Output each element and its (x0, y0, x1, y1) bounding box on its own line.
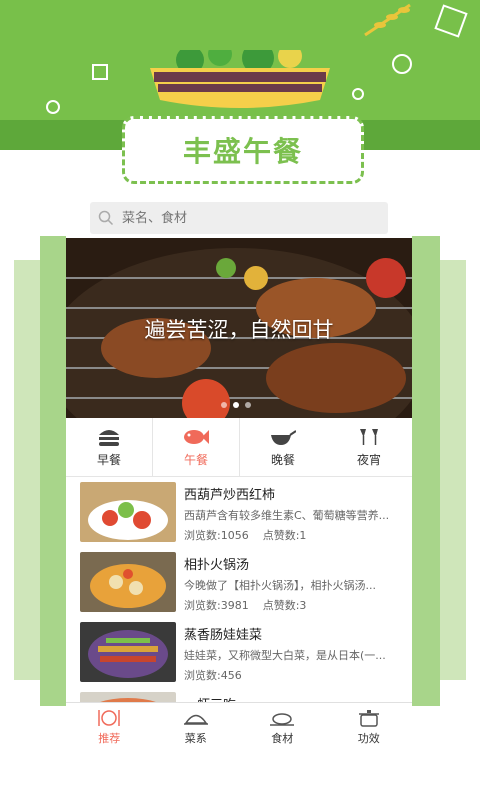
wine-glasses-icon (360, 428, 378, 445)
pot-icon (358, 710, 379, 727)
banner-carousel[interactable]: 遍尝苦涩，自然回甘 (66, 238, 412, 418)
decor-circle (46, 100, 60, 114)
views-count: 浏览数:456 (184, 669, 242, 682)
tab-breakfast[interactable]: 早餐 (66, 418, 152, 476)
content-panel: 遍尝苦涩，自然回甘 早餐 午餐 晚餐 (66, 196, 412, 748)
list-item[interactable]: 西葫芦炒西红柿 西葫芦含有较多维生素C、葡萄糖等营养... 浏览数:1056 点赞… (80, 482, 412, 550)
recipe-desc: 西葫芦含有较多维生素C、葡萄糖等营养... (184, 509, 390, 522)
carousel-dot-active[interactable] (233, 402, 239, 408)
tab-label: 午餐 (183, 452, 208, 467)
likes-count: 点赞数:3 (262, 599, 307, 612)
decor-circle (392, 54, 412, 74)
views-count: 浏览数:1056 (184, 529, 249, 542)
search-input[interactable] (120, 209, 364, 227)
decor-square (92, 64, 108, 80)
decor-circle (352, 88, 364, 100)
nav-label: 菜系 (184, 732, 207, 745)
wheat-icon (364, 3, 411, 37)
nav-label: 功效 (357, 732, 380, 745)
fish-icon (184, 429, 209, 444)
meal-tabs: 早餐 午餐 晚餐 夜宵 (66, 418, 412, 477)
decor-square (434, 4, 468, 38)
banner-caption: 遍尝苦涩，自然回甘 (144, 318, 334, 342)
nav-recommend[interactable]: 推荐 (66, 703, 153, 751)
search-bar[interactable] (90, 202, 388, 234)
tab-label: 早餐 (96, 452, 121, 467)
nav-cuisine[interactable]: 菜系 (153, 703, 240, 751)
recipe-title: 蒸香肠娃娃菜 (184, 628, 263, 643)
decor-strip (410, 236, 440, 706)
tab-label: 夜宵 (356, 452, 381, 467)
page-title: 丰盛午餐 (182, 135, 303, 168)
recipe-thumbnail (80, 552, 176, 612)
chicken-dish-icon (270, 713, 295, 726)
nav-effects[interactable]: 功效 (326, 703, 413, 751)
views-count: 浏览数:3981 (184, 599, 249, 612)
recipe-desc: 今晚做了【相扑火锅汤】，相扑火锅汤... (184, 579, 376, 592)
nav-ingredients[interactable]: 食材 (239, 703, 326, 751)
recipe-desc: 娃娃菜，又称微型大白菜，是从日本(一... (184, 649, 386, 662)
tab-lunch[interactable]: 午餐 (152, 418, 240, 476)
dining-icon (98, 710, 120, 726)
tab-label: 晚餐 (270, 452, 295, 467)
wok-icon (271, 429, 296, 445)
recipe-title: 相扑火锅汤 (184, 558, 250, 573)
tab-dinner[interactable]: 晚餐 (240, 418, 326, 476)
page-title-card: 丰盛午餐 (122, 116, 364, 184)
burger-icon (99, 429, 119, 446)
search-icon (98, 210, 114, 226)
recipe-thumbnail (80, 622, 176, 682)
tab-late-night[interactable]: 夜宵 (326, 418, 412, 476)
nav-label: 推荐 (98, 732, 121, 745)
bottom-nav: 推荐 菜系 食材 功效 (66, 702, 412, 751)
list-item[interactable]: 相扑火锅汤 今晚做了【相扑火锅汤】，相扑火锅汤... 浏览数:3981 点赞数:3 (80, 552, 412, 620)
carousel-dot[interactable] (245, 402, 251, 408)
recipe-title: 西葫芦炒西红柿 (184, 488, 276, 503)
cloche-icon (183, 714, 208, 725)
nav-label: 食材 (271, 732, 294, 745)
list-item[interactable]: 蒸香肠娃娃菜 娃娃菜，又称微型大白菜，是从日本(一... 浏览数:456 (80, 622, 412, 690)
carousel-dot[interactable] (221, 402, 227, 408)
salad-bowl-icon (150, 50, 330, 108)
carousel-dots (221, 402, 251, 408)
likes-count: 点赞数:1 (262, 529, 307, 542)
recipe-thumbnail (80, 482, 176, 542)
